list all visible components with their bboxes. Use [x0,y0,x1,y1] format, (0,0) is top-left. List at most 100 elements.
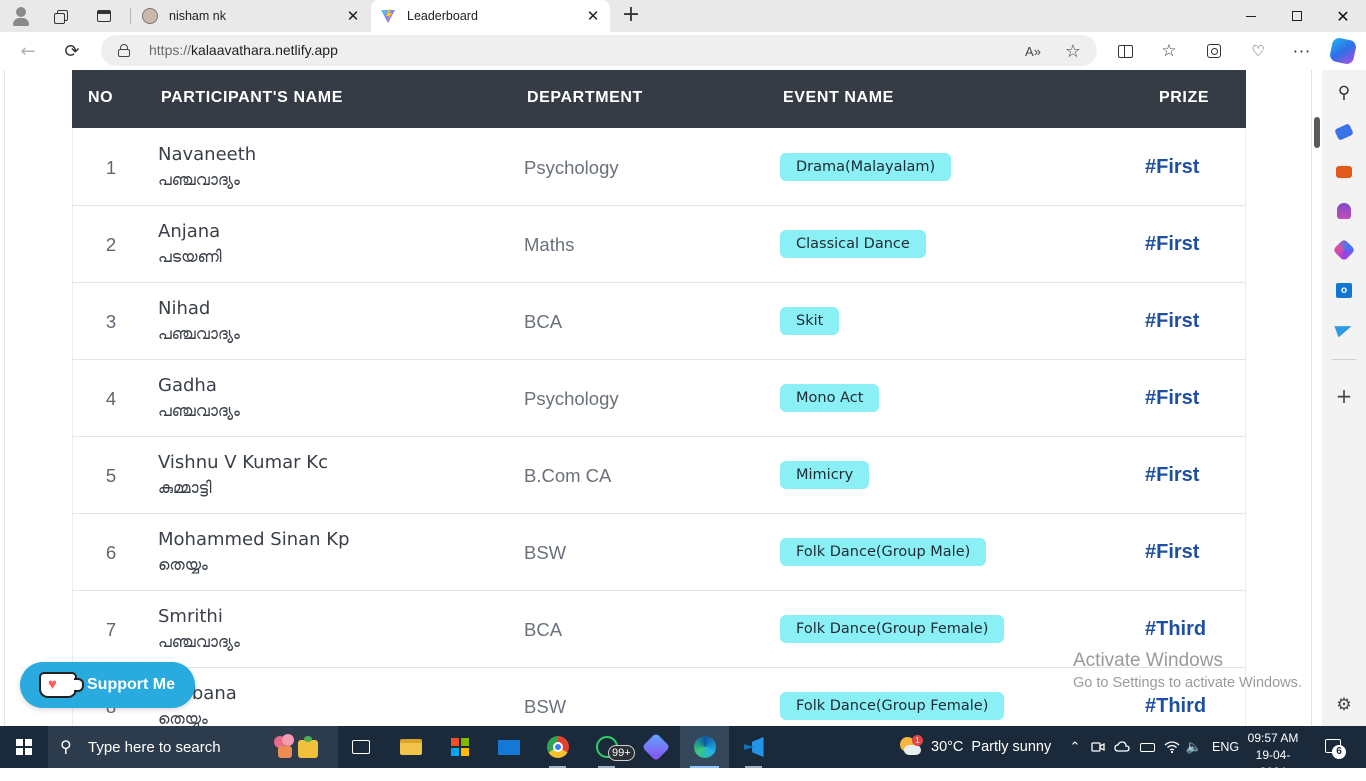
sidebar-search-icon[interactable]: ⚲ [1334,83,1354,103]
close-tab-icon[interactable]: ✕ [342,5,364,27]
taskbar-mail[interactable] [484,726,533,768]
browser-toolbar: ← ⟳ https://kalaavathara.netlify.app A» … [0,32,1366,70]
volume-icon[interactable]: 🔈 [1186,739,1202,755]
new-tab-button[interactable]: + [620,4,642,27]
participant-name: Mohammed Sinan Kp [158,529,350,550]
table-row: 8 Shabana തെയ്യം BSW Folk Dance(Group Fe… [72,668,1246,726]
network-cloud-icon[interactable] [1114,739,1130,755]
participant-team: പഞ്ചവാദ്യം [158,401,240,420]
clock-date: 19-04-2024 [1255,748,1291,779]
taskbar-microsoft-store[interactable] [435,726,484,768]
event-badge: Folk Dance(Group Male) [780,538,987,566]
windows-logo-icon [16,739,32,755]
prize: #First [1145,464,1200,486]
support-me-label: Support Me [87,676,175,693]
address-bar[interactable]: https://kalaavathara.netlify.app A» ☆ [101,35,1097,66]
column-header-participant: PARTICIPANT'S NAME [161,89,344,106]
prize: #First [1145,387,1200,409]
vscode-icon [744,737,764,757]
row-number: 3 [105,311,117,332]
weather-condition: Partly sunny [971,739,1052,755]
prize: #First [1145,541,1200,563]
read-aloud-icon[interactable]: A» [1022,40,1044,62]
sidebar-settings-icon[interactable]: ⚙ [1334,695,1354,715]
weather-widget[interactable]: 30°C Partly sunny [898,726,1051,768]
event-badge: Skit [780,307,840,335]
sidebar-shopping-icon[interactable] [1334,122,1354,142]
close-window-button[interactable]: ✕ [1320,0,1366,32]
participant-team: തെയ്യം [158,709,208,726]
taskbar-copilot[interactable] [631,726,680,768]
taskbar-edge[interactable] [680,726,729,768]
sidebar-microsoft365-icon[interactable] [1332,238,1356,262]
search-placeholder: Type here to search [88,739,221,756]
tab-actions-icon[interactable] [93,5,115,27]
row-number: 2 [105,234,117,255]
weather-temperature: 30°C [931,739,964,755]
show-hidden-icons-icon[interactable]: ⌃ [1067,739,1083,755]
event-badge: Mimicry [780,461,870,489]
tab-title: Leaderboard [407,9,478,23]
sidebar-tools-icon[interactable] [1334,162,1354,182]
participant-team: പഞ്ചവാദ്യം [158,324,240,343]
windows-taskbar: ⚲ Type here to search 99+ 30°C Partly su… [0,726,1366,779]
taskbar-chrome[interactable] [533,726,582,768]
back-button[interactable]: ← [15,39,41,63]
sidebar-outlook-icon[interactable]: o [1334,280,1354,300]
split-screen-icon[interactable] [1113,39,1137,63]
chrome-icon [546,736,569,758]
lock-icon[interactable] [118,44,130,57]
search-highlight-icon [270,732,326,762]
tab-leaderboard[interactable]: Leaderboard ✕ [371,0,610,32]
column-header-prize: PRIZE [1159,89,1210,106]
url-text[interactable]: https://kalaavathara.netlify.app [149,42,338,58]
battery-icon[interactable] [1139,739,1155,755]
start-button[interactable] [0,726,48,768]
participant-name: Gadha [158,375,217,396]
table-row: 2 Anjana പടയണി Maths Classical Dance #Fi… [72,206,1246,283]
task-view-button[interactable] [336,726,385,768]
page-scrollbar-track[interactable] [1312,70,1322,726]
wifi-icon[interactable] [1164,739,1180,755]
minimize-button[interactable] [1228,0,1274,32]
taskbar-file-explorer[interactable] [386,726,435,768]
workspaces-icon[interactable] [51,5,73,27]
add-favorite-icon[interactable]: ☆ [1062,40,1084,62]
language-indicator[interactable]: ENG [1212,740,1239,754]
event-badge: Classical Dance [780,230,926,258]
restore-button[interactable] [1274,0,1320,32]
taskbar-whatsapp[interactable]: 99+ [582,726,635,768]
more-options-icon[interactable]: ··· [1290,39,1314,63]
row-number: 4 [105,388,117,409]
store-icon [450,738,469,756]
page-scrollbar-thumb[interactable] [1314,117,1320,148]
department: B.Com CA [524,465,612,486]
browser-essentials-icon[interactable]: ♡ [1246,39,1270,63]
sidebar-games-icon[interactable] [1334,201,1354,221]
avatar-favicon-icon [142,8,158,24]
sidebar-separator [1332,359,1356,360]
edge-sidebar: ⚲ o + ⚙ [1322,70,1366,726]
taskbar-vscode[interactable] [729,726,778,768]
notification-center-button[interactable]: 6 [1320,735,1348,761]
row-number: 6 [105,542,117,563]
mail-icon [497,739,520,755]
taskbar-search-box[interactable]: ⚲ Type here to search [48,726,338,768]
notification-count: 6 [1332,745,1346,759]
table-row: 5 Vishnu V Kumar Kc കുമ്മാട്ടി B.Com CA … [72,437,1246,514]
sidebar-drop-icon[interactable] [1334,319,1354,339]
leaderboard-table-header: NO PARTICIPANT'S NAME DEPARTMENT EVENT N… [72,70,1246,128]
meet-now-icon[interactable] [1090,739,1106,755]
support-me-button[interactable]: ♥ Support Me [20,662,195,708]
taskbar-clock[interactable]: 09:57 AM 19-04-2024 [1243,730,1303,781]
tab-nisham-nk[interactable]: nisham nk ✕ [134,0,370,32]
favorites-icon[interactable]: ☆ [1157,39,1181,63]
sidebar-add-icon[interactable]: + [1334,384,1354,408]
close-tab-icon[interactable]: ✕ [582,5,604,27]
tab-separator [130,8,131,24]
refresh-button[interactable]: ⟳ [59,39,85,63]
table-row: 4 Gadha പഞ്ചവാദ്യം Psychology Mono Act #… [72,360,1246,437]
collections-icon[interactable] [1202,39,1226,63]
table-row: 6 Mohammed Sinan Kp തെയ്യം BSW Folk Danc… [72,514,1246,591]
profile-icon[interactable] [10,5,32,27]
